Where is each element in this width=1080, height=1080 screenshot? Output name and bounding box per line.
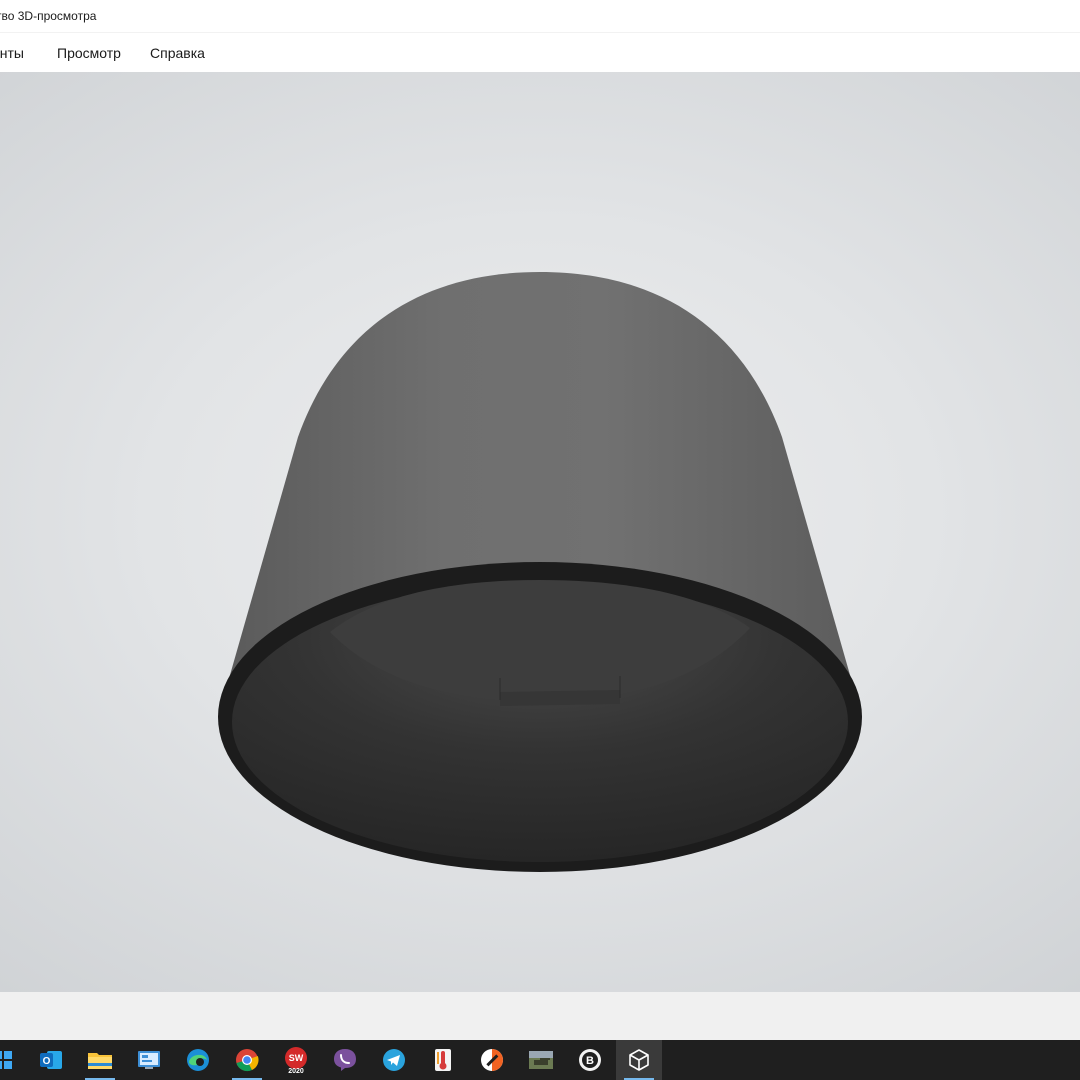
telegram-icon[interactable] — [371, 1040, 417, 1080]
file-explorer-icon[interactable] — [77, 1040, 123, 1080]
windows-start-icon[interactable] — [0, 1040, 26, 1080]
menu-help[interactable]: Справка — [150, 45, 205, 61]
3d-viewport[interactable] — [0, 72, 1080, 992]
svg-text:SW: SW — [289, 1053, 304, 1063]
b-app-icon[interactable]: B — [567, 1040, 613, 1080]
taskbar: O SW 2020 B — [0, 1040, 1080, 1080]
outlook-icon[interactable]: O — [28, 1040, 74, 1080]
thermometer-app-icon[interactable] — [420, 1040, 466, 1080]
edge-icon[interactable] — [175, 1040, 221, 1080]
svg-text:2020: 2020 — [288, 1068, 304, 1074]
menu-bar: енты Просмотр Справка — [0, 32, 1080, 72]
menu-tools[interactable]: енты — [0, 45, 24, 61]
3d-model — [218, 272, 862, 872]
solidworks-2020-icon[interactable]: SW 2020 — [273, 1040, 319, 1080]
3d-viewer-icon[interactable] — [616, 1040, 662, 1080]
window-title: тво 3D-просмотра — [0, 9, 97, 23]
svg-text:B: B — [586, 1055, 594, 1067]
menu-view[interactable]: Просмотр — [57, 45, 121, 61]
svg-text:O: O — [43, 1056, 51, 1067]
viber-icon[interactable] — [322, 1040, 368, 1080]
control-panel-icon[interactable] — [126, 1040, 172, 1080]
opera-gx-icon[interactable] — [469, 1040, 515, 1080]
chrome-icon[interactable] — [224, 1040, 270, 1080]
status-bar — [0, 992, 1080, 1040]
title-bar: тво 3D-просмотра — [0, 0, 1080, 32]
world-of-tanks-icon[interactable] — [518, 1040, 564, 1080]
